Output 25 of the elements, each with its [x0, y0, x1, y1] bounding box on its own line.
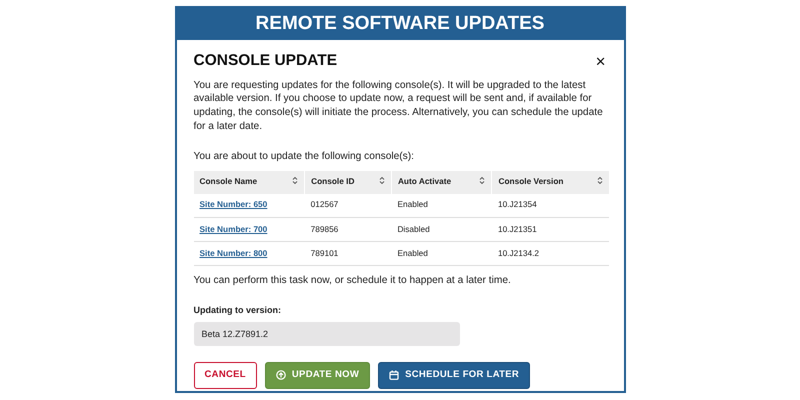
site-link[interactable]: Site Number: 800 [200, 248, 268, 258]
table-cell: Enabled [391, 242, 492, 266]
note-text: You can perform this task now, or schedule it to happen at a later time. [194, 274, 512, 288]
column-header[interactable]: Auto Activate [391, 170, 492, 194]
site-link[interactable]: Site Number: 650 [200, 199, 268, 210]
table-cell: 789101 [304, 242, 392, 266]
banner-title: REMOTE SOFTWARE UPDATES [176, 8, 624, 40]
table-cell: 10.J21354 [492, 194, 609, 218]
table-cell: 10.J2134.2 [492, 242, 609, 266]
table-cell: 789856 [304, 218, 392, 242]
site-link[interactable]: Site Number: 700 [200, 224, 268, 234]
column-header[interactable]: Console Version [492, 170, 609, 194]
table-cell: Enabled [391, 194, 492, 218]
cancel-button[interactable]: CANCEL [194, 362, 257, 389]
close-button[interactable]: × [592, 52, 610, 70]
intro-paragraph: You are requesting updates for the following console(s). It will be upgraded to the latest available version. If you choose to update now, a request will be sent and, if available for updating, the console(s) will initiate the process. Alternatively, you can schedule the update for a later date. [194, 78, 604, 134]
table-cell: Disabled [391, 218, 492, 242]
dialog-title: CONSOLE UPDATE [194, 52, 338, 71]
table-cell: 012567 [304, 194, 392, 218]
column-header[interactable]: Console ID [304, 170, 392, 194]
table-cell: 10.J21351 [492, 218, 609, 242]
column-header[interactable]: Console Name [194, 170, 305, 194]
field-label: Updating to version: [194, 304, 282, 317]
schedule-button[interactable]: SCHEDULE FOR LATER [378, 362, 530, 389]
table-caption: You are about to update the following console(s): [194, 150, 416, 164]
